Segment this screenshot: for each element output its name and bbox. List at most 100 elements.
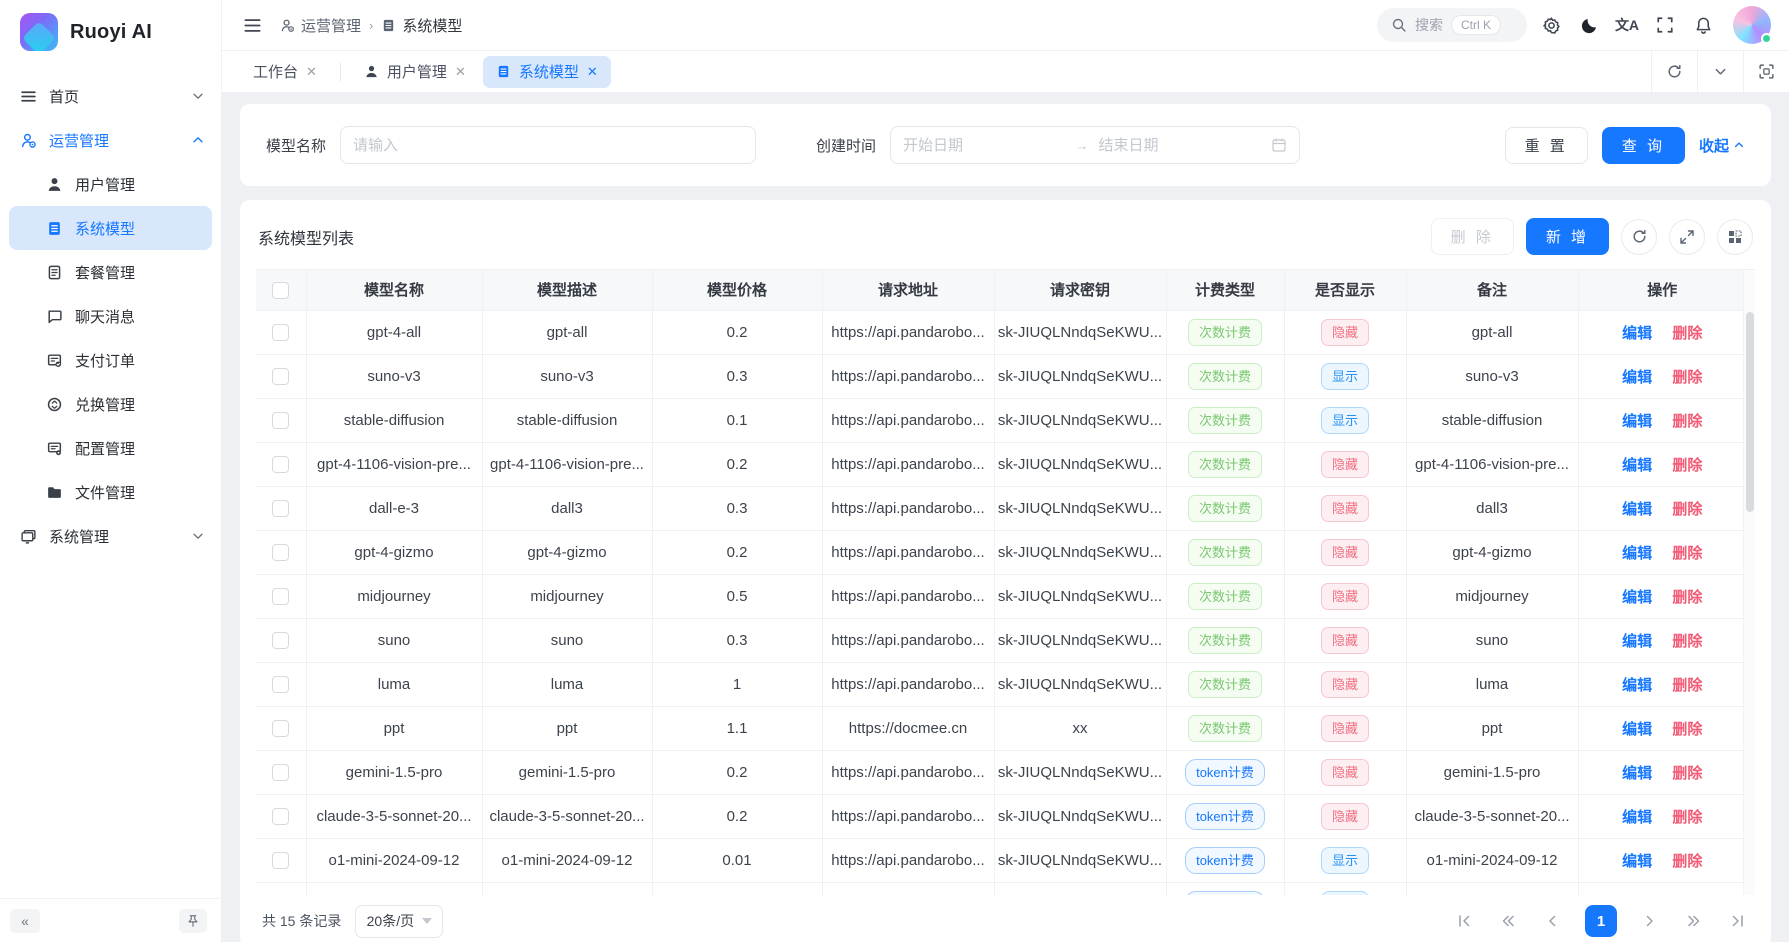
row-checkbox[interactable]: [272, 544, 289, 561]
breadcrumb-item-运营管理[interactable]: 运营管理: [280, 15, 361, 36]
sidebar-collapse-button[interactable]: «: [10, 909, 40, 933]
row-checkbox[interactable]: [272, 588, 289, 605]
pagination-bar: 共 15 条记录 20条/页 1: [256, 895, 1755, 942]
column-settings-button[interactable]: [1717, 219, 1753, 255]
pg-next5-button[interactable]: [1683, 910, 1705, 932]
row-checkbox[interactable]: [272, 632, 289, 649]
tab-close-icon[interactable]: ✕: [306, 64, 317, 80]
page-size-select[interactable]: 20条/页: [355, 905, 443, 938]
user-avatar[interactable]: [1733, 6, 1771, 44]
delete-link[interactable]: 删除: [1672, 545, 1702, 562]
row-checkbox[interactable]: [272, 676, 289, 693]
fullscreen-icon[interactable]: [1651, 11, 1679, 39]
delete-link[interactable]: 删除: [1672, 677, 1702, 694]
edit-link[interactable]: 编辑: [1622, 809, 1652, 826]
sidebar-item-用户管理[interactable]: 用户管理: [0, 162, 221, 206]
delete-link[interactable]: 删除: [1672, 369, 1702, 386]
sidebar-item-配置管理[interactable]: 配置管理: [0, 426, 221, 470]
pg-next-button[interactable]: [1639, 910, 1661, 932]
delete-link[interactable]: 删除: [1672, 413, 1702, 430]
table-fullscreen-button[interactable]: [1669, 219, 1705, 255]
collapse-filter-link[interactable]: 收起: [1699, 135, 1745, 156]
sidebar-item-系统模型[interactable]: 系统模型: [9, 206, 212, 250]
edit-link[interactable]: 编辑: [1622, 413, 1652, 430]
visibility-badge: 显示: [1321, 407, 1369, 434]
content-fullscreen-button[interactable]: [1743, 51, 1789, 92]
tab-系统模型[interactable]: 系统模型✕: [483, 56, 611, 88]
translate-icon[interactable]: 文A: [1613, 11, 1641, 39]
date-range-picker[interactable]: →: [890, 126, 1300, 164]
model-name-input[interactable]: [340, 126, 756, 164]
delete-link[interactable]: 删除: [1672, 721, 1702, 738]
row-checkbox[interactable]: [272, 720, 289, 737]
tab-用户管理[interactable]: 用户管理✕: [351, 56, 479, 88]
dark-mode-moon-icon[interactable]: [1575, 11, 1603, 39]
global-search[interactable]: 搜索 Ctrl K: [1377, 8, 1527, 42]
sidebar-item-聊天消息[interactable]: 聊天消息: [0, 294, 221, 338]
select-all-checkbox[interactable]: [272, 282, 289, 299]
sidebar-item-系统管理[interactable]: 系统管理: [0, 514, 221, 558]
row-checkbox[interactable]: [272, 456, 289, 473]
delete-link[interactable]: 删除: [1672, 457, 1702, 474]
edit-link[interactable]: 编辑: [1622, 501, 1652, 518]
add-button[interactable]: 新 增: [1526, 218, 1609, 255]
edit-link[interactable]: 编辑: [1622, 853, 1652, 870]
sidebar-item-支付订单[interactable]: 支付订单: [0, 338, 221, 382]
sidebar-item-兑换管理[interactable]: 兑换管理: [0, 382, 221, 426]
current-page-button[interactable]: 1: [1585, 905, 1617, 937]
edit-link[interactable]: 编辑: [1622, 721, 1652, 738]
pg-first-button[interactable]: [1453, 910, 1475, 932]
table-refresh-button[interactable]: [1621, 219, 1657, 255]
row-checkbox[interactable]: [272, 368, 289, 385]
delete-link[interactable]: 删除: [1672, 765, 1702, 782]
edit-link[interactable]: 编辑: [1622, 369, 1652, 386]
reset-button[interactable]: 重 置: [1505, 127, 1588, 164]
edit-link[interactable]: 编辑: [1622, 765, 1652, 782]
menu-fold-icon[interactable]: [238, 11, 266, 39]
delete-link[interactable]: 删除: [1672, 633, 1702, 650]
delete-link[interactable]: 删除: [1672, 501, 1702, 518]
cell-model-desc: o1-mini-2024-09-12: [482, 838, 652, 882]
edit-link[interactable]: 编辑: [1622, 589, 1652, 606]
edit-link[interactable]: 编辑: [1622, 325, 1652, 342]
settings-gear-icon[interactable]: [1537, 11, 1565, 39]
row-checkbox[interactable]: [272, 852, 289, 869]
row-checkbox[interactable]: [272, 412, 289, 429]
row-checkbox[interactable]: [272, 808, 289, 825]
start-date-input[interactable]: [903, 137, 1066, 154]
app-logo[interactable]: Ruoyi AI: [0, 0, 221, 64]
delete-link[interactable]: 删除: [1672, 325, 1702, 342]
tab-close-icon[interactable]: ✕: [455, 64, 466, 80]
sidebar-item-文件管理[interactable]: 文件管理: [0, 470, 221, 514]
pg-prev5-button[interactable]: [1497, 910, 1519, 932]
edit-link[interactable]: 编辑: [1622, 457, 1652, 474]
row-checkbox[interactable]: [272, 324, 289, 341]
billing-type-badge: 次数计费: [1188, 495, 1262, 522]
delete-button[interactable]: 删 除: [1431, 218, 1514, 255]
scrollbar-thumb[interactable]: [1746, 312, 1754, 512]
edit-link[interactable]: 编辑: [1622, 545, 1652, 562]
tab-refresh-button[interactable]: [1651, 51, 1697, 92]
notification-bell-icon[interactable]: [1689, 11, 1717, 39]
pg-last-button[interactable]: [1727, 910, 1749, 932]
sidebar-pin-button[interactable]: [179, 909, 207, 933]
tab-more-button[interactable]: [1697, 51, 1743, 92]
row-checkbox[interactable]: [272, 500, 289, 517]
sidebar-item-套餐管理[interactable]: 套餐管理: [0, 250, 221, 294]
edit-link[interactable]: 编辑: [1622, 633, 1652, 650]
query-button[interactable]: 查 询: [1602, 127, 1685, 164]
tab-close-icon[interactable]: ✕: [587, 64, 598, 80]
delete-link[interactable]: 删除: [1672, 853, 1702, 870]
pg-prev-button[interactable]: [1541, 910, 1563, 932]
table-scrollbar[interactable]: [1743, 270, 1755, 895]
delete-link[interactable]: 删除: [1672, 809, 1702, 826]
sidebar-footer: «: [0, 898, 221, 942]
end-date-input[interactable]: [1099, 137, 1262, 154]
edit-link[interactable]: 编辑: [1622, 677, 1652, 694]
delete-link[interactable]: 删除: [1672, 589, 1702, 606]
breadcrumb-item-系统模型[interactable]: 系统模型: [381, 15, 462, 36]
row-checkbox[interactable]: [272, 764, 289, 781]
sidebar-item-首页[interactable]: 首页: [0, 74, 221, 118]
tab-工作台[interactable]: 工作台✕: [240, 56, 330, 88]
sidebar-item-运营管理[interactable]: 运营管理: [0, 118, 221, 162]
